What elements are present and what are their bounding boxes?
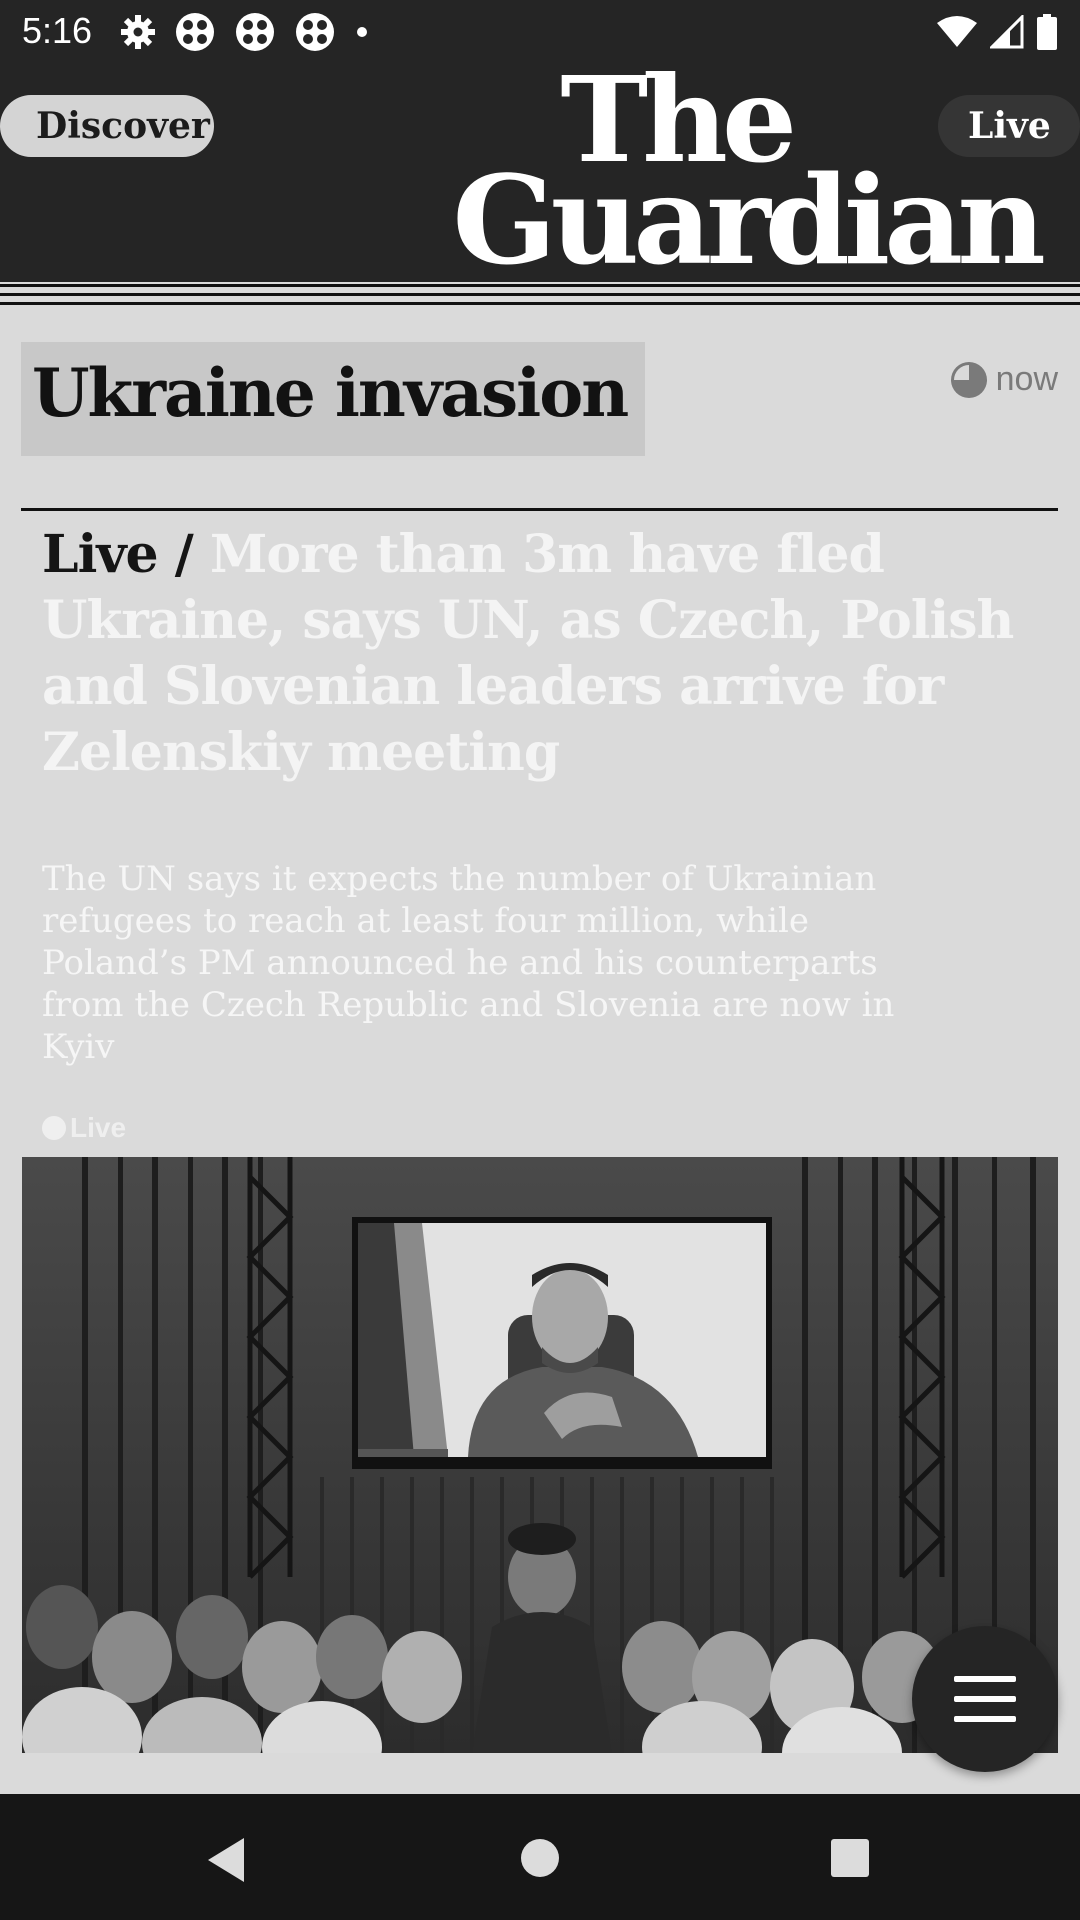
app-icon bbox=[296, 13, 334, 51]
home-icon[interactable] bbox=[520, 1838, 560, 1878]
section-divider bbox=[21, 508, 1058, 511]
live-indicator: Live bbox=[42, 1112, 126, 1144]
live-tag-label: Live bbox=[70, 1112, 127, 1143]
back-icon[interactable] bbox=[204, 1836, 248, 1884]
article-image[interactable] bbox=[22, 1157, 1058, 1753]
clock-icon bbox=[950, 361, 987, 398]
dot-icon bbox=[357, 27, 367, 37]
article-photo bbox=[22, 1157, 1058, 1753]
recents-icon[interactable] bbox=[830, 1838, 870, 1878]
article-timestamp: now bbox=[950, 360, 1058, 399]
article-headline[interactable]: Live / More than 3m have fled Ukraine, s… bbox=[42, 522, 1042, 786]
app-icon bbox=[176, 13, 214, 51]
logo-line-guardian: Guardian bbox=[452, 148, 1046, 292]
discover-button[interactable]: Discover bbox=[0, 95, 214, 157]
notification-icons bbox=[120, 12, 370, 52]
wifi-icon bbox=[937, 16, 977, 47]
signal-icon bbox=[990, 15, 1024, 49]
system-icons bbox=[936, 12, 1058, 52]
gear-icon bbox=[121, 15, 155, 49]
app-icon bbox=[236, 13, 274, 51]
header-rules bbox=[0, 282, 1080, 322]
system-nav-bar bbox=[0, 1794, 1080, 1920]
article-standfirst: The UN says it expects the number of Ukr… bbox=[42, 859, 895, 1067]
article-card[interactable]: Ukraine invasion now Live / More than 3m… bbox=[0, 322, 1080, 1794]
article-kicker: Ukraine invasion bbox=[32, 354, 629, 432]
status-bar: 5:16 bbox=[0, 0, 1080, 62]
headline-live-label: Live / bbox=[42, 524, 194, 585]
live-button[interactable]: Live bbox=[938, 95, 1080, 157]
timestamp-text: now bbox=[995, 360, 1058, 398]
menu-button[interactable] bbox=[912, 1626, 1058, 1772]
battery-icon bbox=[1037, 14, 1057, 50]
app-header: Discover The Guardian Live bbox=[0, 61, 1080, 292]
live-dot-icon bbox=[42, 1116, 66, 1140]
status-time: 5:16 bbox=[22, 10, 93, 51]
